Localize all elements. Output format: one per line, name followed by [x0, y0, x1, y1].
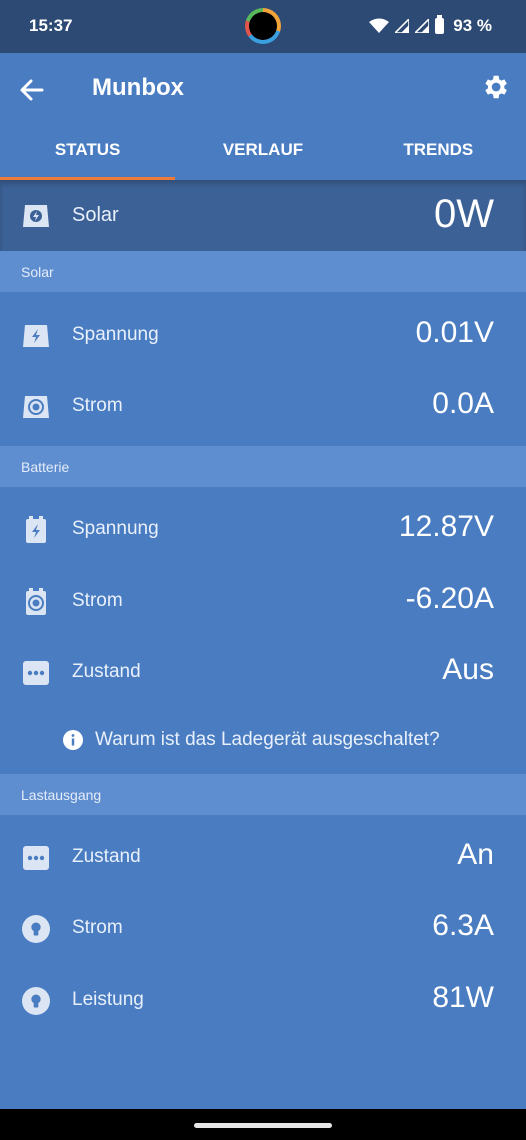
signal-icon: [415, 19, 430, 33]
section-title: Batterie: [21, 459, 70, 475]
system-nav-bar: [0, 1109, 526, 1140]
home-gesture-handle[interactable]: [194, 1123, 332, 1128]
section-header-batterie: Batterie: [0, 446, 526, 487]
list-item: Strom 0.0A: [0, 371, 526, 443]
row-value: 0.0A: [432, 387, 494, 420]
system-status-bar: 15:37 93 %: [0, 0, 526, 53]
solar-summary-row: Solar 0W: [0, 180, 526, 252]
section-title: Lastausgang: [21, 787, 102, 803]
row-label: Spannung: [72, 324, 159, 345]
arrow-left-icon[interactable]: [16, 74, 48, 106]
battery-current-icon: [26, 588, 46, 615]
row-value: An: [457, 838, 494, 871]
activity-ring-icon: [245, 8, 281, 44]
row-label: Spannung: [72, 518, 159, 539]
row-value: 12.87V: [398, 510, 494, 543]
tab-status[interactable]: STATUS: [0, 128, 176, 180]
battery-percent: 93 %: [453, 16, 492, 35]
tab-bar: STATUS VERLAUF TRENDS: [0, 128, 526, 180]
info-text: Warum ist das Ladegerät ausgeschaltet?: [95, 729, 440, 750]
row-label: Zustand: [72, 846, 141, 867]
status-time: 15:37: [29, 16, 73, 35]
summary-value: 0W: [434, 192, 494, 236]
row-label: Strom: [72, 590, 123, 611]
tab-trends[interactable]: TRENDS: [351, 128, 526, 180]
charger-off-info-link[interactable]: Warum ist das Ladegerät ausgeschaltet?: [0, 723, 526, 759]
row-value: 0.01V: [415, 316, 494, 349]
solar-panel-bolt-icon: [23, 205, 49, 227]
list-item: Leistung 81W: [0, 965, 526, 1037]
lightbulb-icon: [22, 987, 50, 1015]
status-icons: 93 %: [369, 15, 492, 36]
row-label: Strom: [72, 917, 123, 938]
section-header-solar: Solar: [0, 251, 526, 292]
row-value: -6.20A: [405, 582, 494, 615]
state-dots-icon: [23, 661, 49, 685]
battery-icon: [435, 15, 445, 34]
section-header-lastausgang: Lastausgang: [0, 774, 526, 815]
list-item: Spannung 12.87V: [0, 494, 526, 566]
gear-icon[interactable]: [480, 72, 510, 102]
tab-verlauf[interactable]: VERLAUF: [175, 128, 350, 180]
wifi-icon: [369, 18, 390, 33]
info-icon: [63, 730, 83, 750]
solar-voltage-icon: [23, 325, 49, 347]
row-value: 6.3A: [432, 909, 494, 942]
row-label: Strom: [72, 395, 123, 416]
list-item: Zustand Aus: [0, 637, 526, 709]
state-dots-icon: [23, 846, 49, 870]
solar-current-icon: [23, 396, 49, 418]
list-item: Spannung 0.01V: [0, 300, 526, 372]
row-value: Aus: [442, 653, 494, 686]
list-item: Strom 6.3A: [0, 893, 526, 965]
row-label: Leistung: [72, 989, 144, 1010]
page-title: Munbox: [92, 74, 184, 101]
lightbulb-icon: [22, 915, 50, 943]
row-label: Zustand: [72, 661, 141, 682]
list-item: Zustand An: [0, 822, 526, 894]
section-title: Solar: [21, 264, 54, 280]
summary-label: Solar: [72, 204, 119, 226]
row-value: 81W: [432, 981, 494, 1014]
list-item: Strom -6.20A: [0, 566, 526, 638]
battery-voltage-icon: [26, 516, 46, 543]
signal-icon: [395, 19, 410, 33]
